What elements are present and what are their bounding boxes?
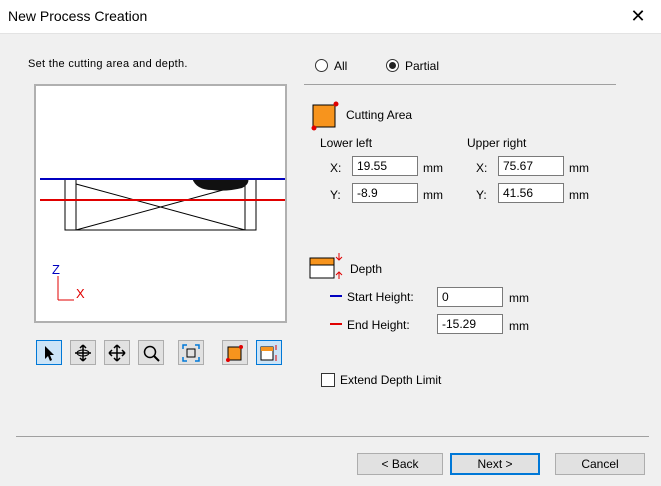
end-height-unit: mm (509, 319, 529, 333)
all-radio-label[interactable]: All (334, 59, 347, 73)
select-icon (45, 346, 54, 361)
preview-drawing (40, 178, 285, 301)
pan-icon (108, 344, 126, 362)
instruction-text: Set the cutting area and depth. (28, 58, 188, 70)
end-height-label: End Height: (347, 318, 410, 332)
cutting-area-heading: Cutting Area (346, 108, 413, 122)
window-title: New Process Creation (8, 8, 148, 24)
depth-tool-button[interactable] (256, 340, 282, 365)
upper-right-x-label: X: (476, 161, 488, 175)
start-height-unit: mm (509, 291, 529, 305)
extend-depth-checkbox[interactable] (321, 373, 335, 387)
zoom-icon (143, 345, 160, 362)
lower-left-x-input[interactable]: 19.55 (352, 156, 418, 176)
fit-icon (182, 344, 200, 362)
cutting-area-icon (226, 345, 243, 362)
start-height-input[interactable]: 0 (437, 287, 503, 307)
lower-left-y-unit: mm (423, 188, 443, 202)
lower-left-title: Lower left (320, 136, 373, 150)
zoom-tool-button[interactable] (138, 340, 164, 365)
select-tool-button[interactable] (36, 340, 62, 365)
cancel-button[interactable]: Cancel (555, 453, 645, 475)
fit-tool-button[interactable] (178, 340, 204, 365)
rotate-tool-button[interactable] (70, 340, 96, 365)
all-radio[interactable] (315, 59, 328, 72)
partial-radio[interactable] (386, 59, 399, 72)
depth-icon (260, 345, 277, 361)
cutting-area-icon (311, 101, 339, 131)
next-button[interactable]: Next > (450, 453, 540, 475)
preview-viewport[interactable]: Z X (34, 84, 287, 323)
start-height-color-line (330, 295, 342, 297)
pan-tool-button[interactable] (104, 340, 130, 365)
start-height-label: Start Height: (347, 290, 414, 304)
upper-right-x-unit: mm (569, 161, 589, 175)
title-bar: New Process Creation ✕ (0, 0, 661, 34)
upper-right-y-label: Y: (476, 188, 487, 202)
lower-left-y-input[interactable]: -8.9 (352, 183, 418, 203)
axis-x-label: X (76, 286, 85, 301)
upper-right-y-unit: mm (569, 188, 589, 202)
lower-left-x-unit: mm (423, 161, 443, 175)
cutting-area-tool-button[interactable] (222, 340, 248, 365)
footer-separator (16, 436, 649, 437)
back-button[interactable]: < Back (357, 453, 443, 475)
lower-left-x-label: X: (330, 161, 342, 175)
partial-radio-label[interactable]: Partial (405, 59, 439, 73)
depth-heading: Depth (350, 262, 383, 276)
axis-z-label: Z (52, 262, 60, 277)
end-height-color-line (330, 323, 342, 325)
upper-right-y-input[interactable]: 41.56 (498, 183, 564, 203)
close-icon[interactable]: ✕ (615, 0, 661, 33)
extend-depth-label[interactable]: Extend Depth Limit (340, 373, 441, 387)
end-height-input[interactable]: -15.29 (437, 314, 503, 334)
upper-right-title: Upper right (467, 136, 527, 150)
upper-right-x-input[interactable]: 75.67 (498, 156, 564, 176)
lower-left-y-label: Y: (330, 188, 341, 202)
depth-icon (309, 253, 343, 279)
mode-separator (304, 84, 616, 85)
rotate-icon (75, 344, 91, 362)
